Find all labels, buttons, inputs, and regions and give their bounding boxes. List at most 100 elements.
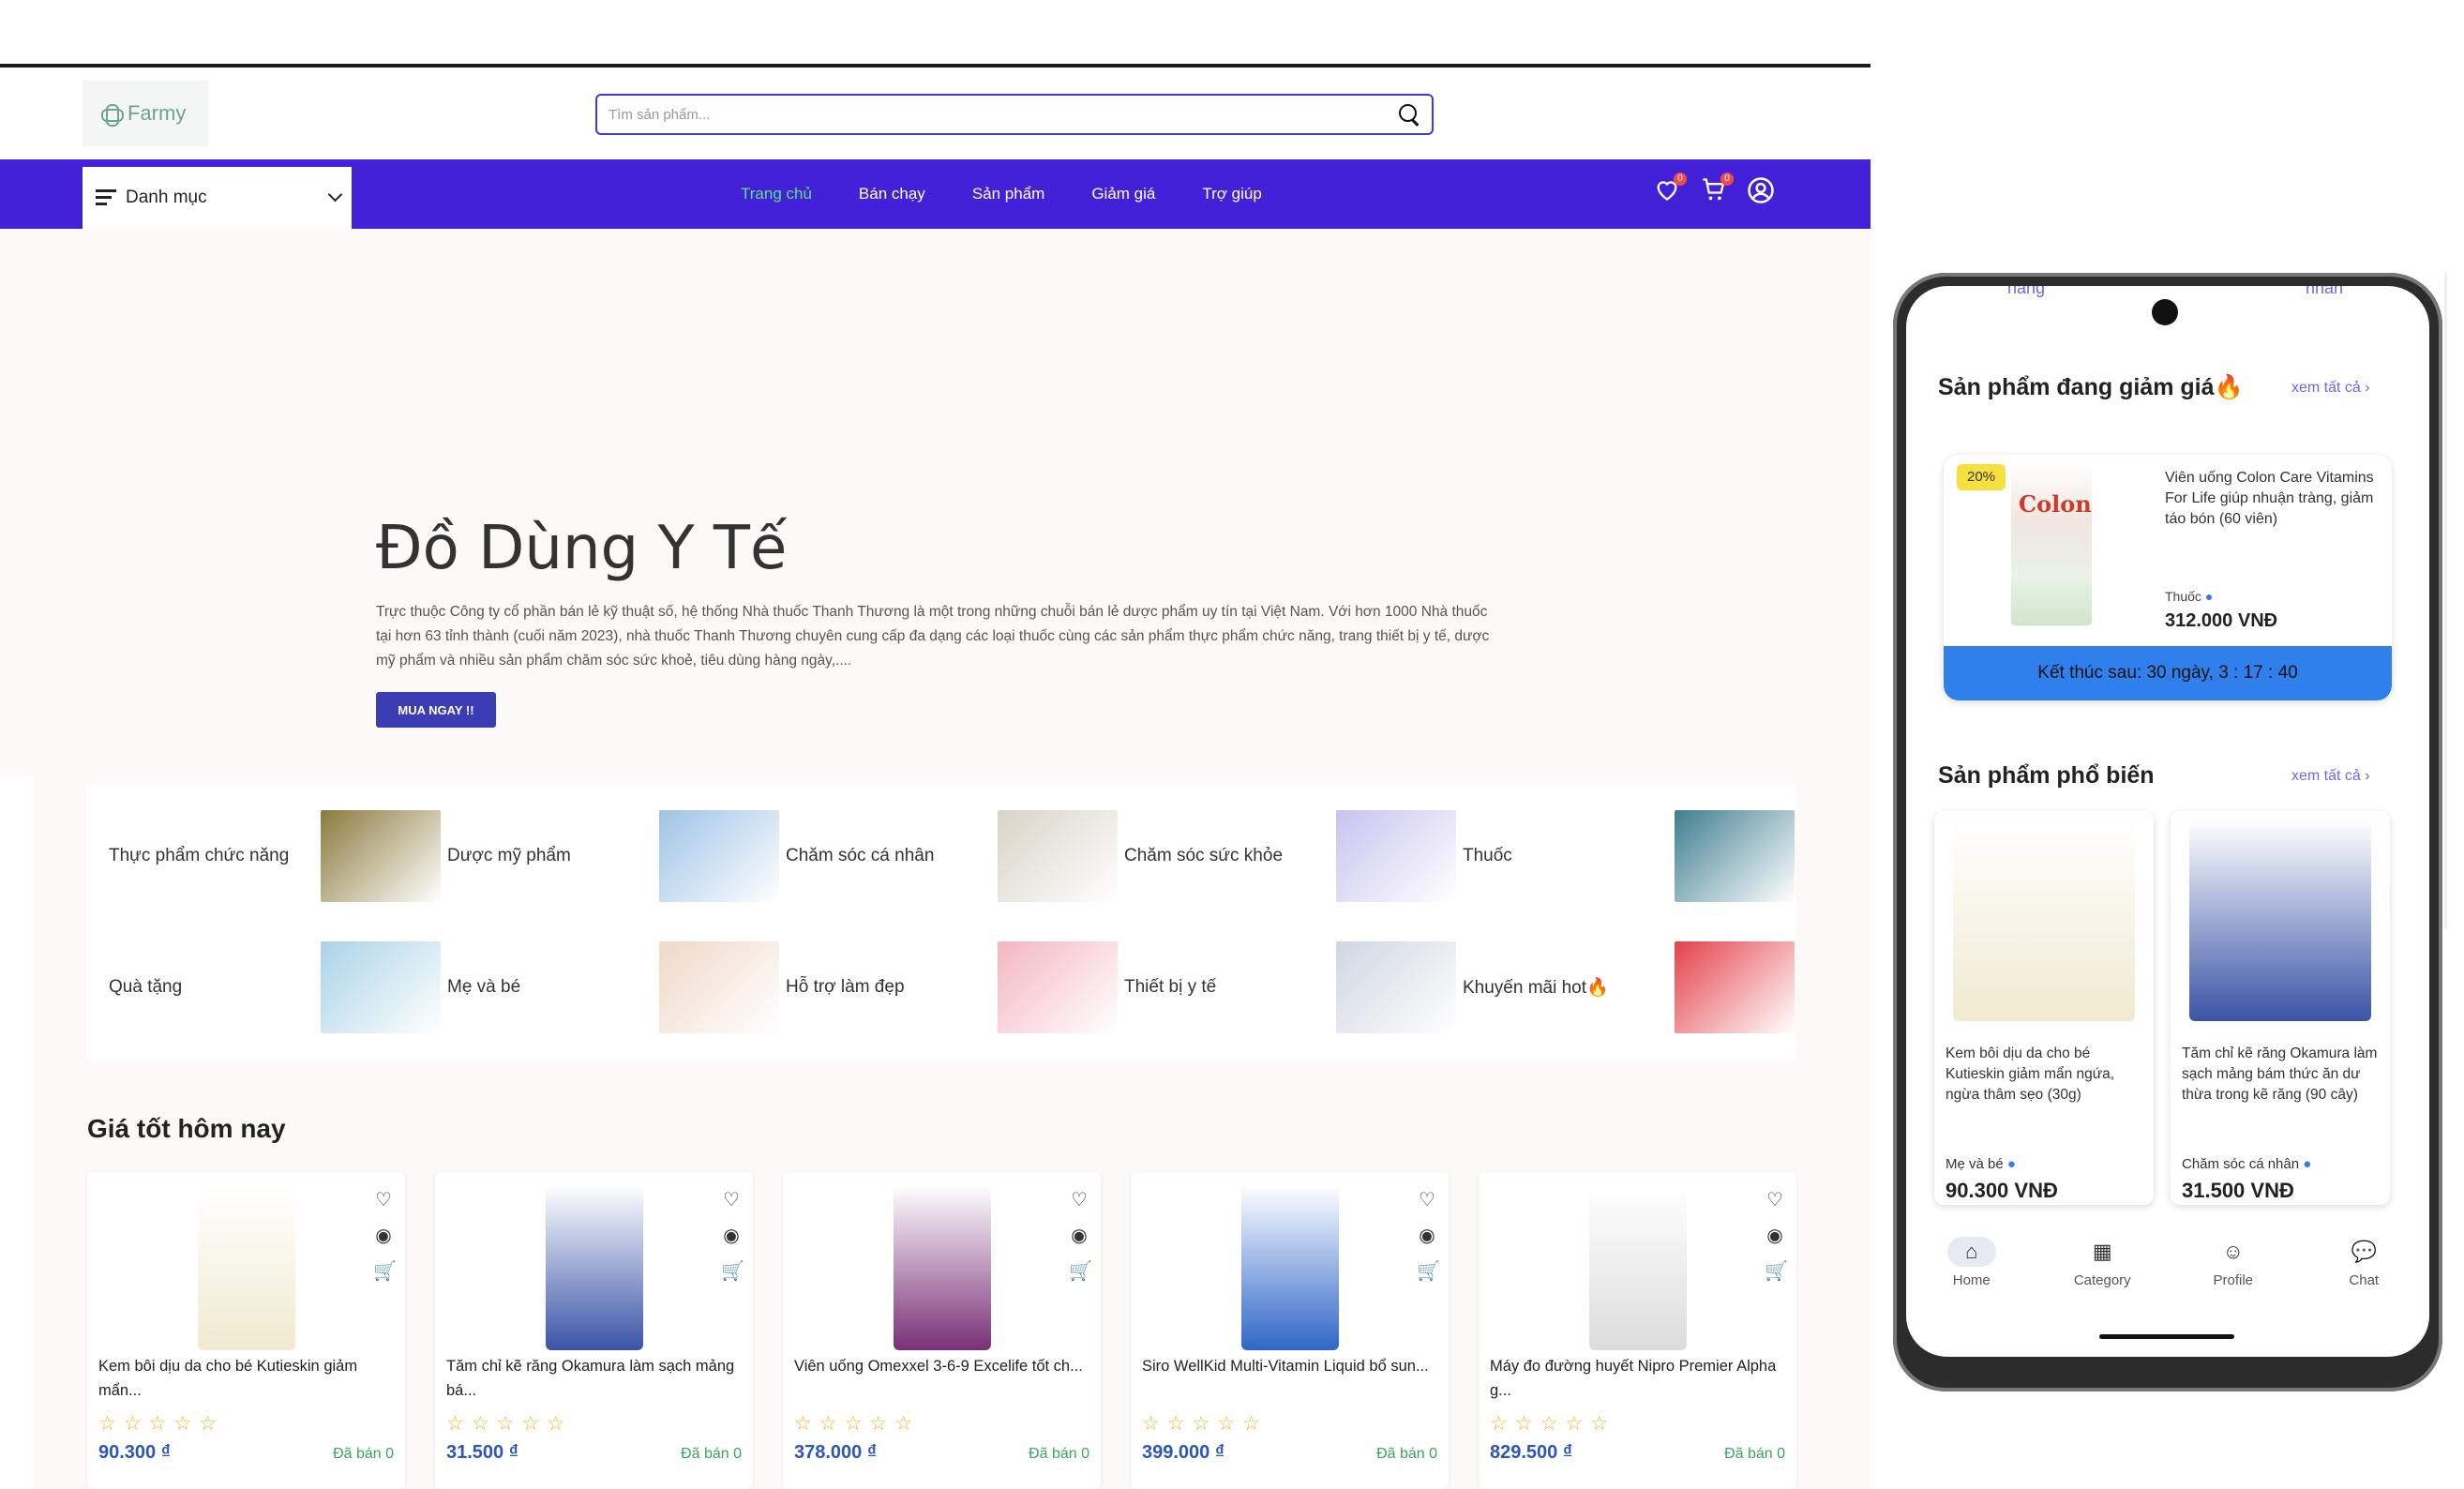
hero-description: Trực thuộc Công ty cổ phần bán lẻ kỹ thu… <box>376 604 1490 669</box>
search-icon[interactable] <box>1398 103 1420 126</box>
product-card[interactable]: ♡ ◉ 🛒 Máy đo đường huyết Nipro Premier Alph… <box>1479 1172 1796 1489</box>
nav-best-sellers[interactable]: Bán chạy <box>859 185 925 203</box>
category-item[interactable]: Thực phẩm chức năng <box>109 795 446 917</box>
bottom-nav-home[interactable]: ⌂ Home <box>1916 1237 2028 1288</box>
verified-icon: ● <box>2204 589 2214 604</box>
peek-label-2: nhấn <box>2306 286 2344 297</box>
category-dropdown-label: Danh mục <box>126 188 207 207</box>
heart-icon[interactable]: ♡ <box>721 1189 742 1211</box>
category-item[interactable]: Dược mỹ phẩm <box>447 795 785 917</box>
product-name[interactable]: Kem bôi dịu da cho bé Kutieskin giảm mẩn… <box>98 1354 389 1403</box>
front-camera <box>2152 299 2178 325</box>
account-icon[interactable] <box>1747 176 1775 204</box>
heart-icon[interactable]: ♡ <box>373 1189 394 1211</box>
heart-icon[interactable]: ♡ <box>1765 1189 1785 1211</box>
product-image <box>198 1185 295 1350</box>
eye-icon[interactable]: ◉ <box>721 1225 742 1247</box>
product-price: 399.000 ₫ <box>1142 1442 1225 1463</box>
category-item[interactable]: Mẹ và bé <box>447 926 785 1048</box>
category-label: Quà tặng <box>109 977 183 997</box>
product-name[interactable]: Viên uống Omexxel 3-6-9 Excelife tốt ch.… <box>794 1354 1085 1378</box>
logo-icon <box>99 102 124 127</box>
popular-product-card[interactable]: Tăm chỉ kẽ răng Okamura làm sạch mảng bá… <box>2171 811 2390 1205</box>
category-item[interactable]: Thuốc <box>1463 795 1800 917</box>
category-image <box>321 810 441 902</box>
main-navbar: Danh mục Trang chủ Bán chạy Sản phẩm Giả… <box>0 159 1871 229</box>
grid-icon: ▦ <box>2092 1240 2112 1263</box>
category-item[interactable]: Thiết bị y tế <box>1124 926 1462 1048</box>
phone-edge <box>2444 273 2447 929</box>
cart-icon[interactable]: 🛒 <box>721 1260 744 1283</box>
cart-icon[interactable]: 🛒 <box>1069 1260 1092 1283</box>
deals-section-title: Giá tốt hôm nay <box>87 1114 286 1143</box>
nav-home[interactable]: Trang chủ <box>741 185 812 203</box>
wishlist-icon[interactable]: 0 <box>1653 173 1687 204</box>
product-image <box>546 1185 643 1350</box>
search-bar <box>595 94 1434 135</box>
product-card[interactable]: ♡ ◉ 🛒 Kem bôi dịu da cho bé Kutieskin giảm … <box>87 1172 405 1489</box>
eye-icon[interactable]: ◉ <box>1069 1225 1089 1247</box>
category-label: Chăm sóc cá nhân <box>786 846 935 865</box>
nav-discounts[interactable]: Giảm giá <box>1091 185 1155 203</box>
category-image <box>998 941 1118 1033</box>
logo[interactable]: Farmy <box>83 81 208 146</box>
header-icons: 0 0 <box>1653 173 1775 204</box>
home-icon: ⌂ <box>1946 1237 1996 1267</box>
product-actions: ♡ ◉ 🛒 <box>1417 1189 1440 1283</box>
hero-title: Đồ Dùng Y Tế <box>376 514 788 583</box>
product-price: 31.500 ₫ <box>446 1442 518 1463</box>
nav-links: Trang chủ Bán chạy Sản phẩm Giảm giá Trợ… <box>741 159 1262 229</box>
cart-icon[interactable]: 0 <box>1700 173 1734 204</box>
bottom-nav-label: Category <box>2073 1272 2131 1288</box>
product-name[interactable]: Tăm chỉ kẽ răng Okamura làm sạch mảng bá… <box>446 1354 737 1403</box>
phone-mockup: hàng nhấn Sản phẩm đang giảm giá🔥 xem tấ… <box>1893 273 2442 1391</box>
cart-icon[interactable]: 🛒 <box>373 1260 397 1283</box>
bottom-nav-category[interactable]: ▦ Category <box>2046 1237 2158 1288</box>
popular-product-image <box>2189 820 2371 1021</box>
heart-icon[interactable]: ♡ <box>1069 1189 1089 1211</box>
bottom-nav-profile[interactable]: ☺ Profile <box>2177 1237 2290 1288</box>
product-name[interactable]: Siro WellKid Multi-Vitamin Liquid bổ sun… <box>1142 1354 1433 1378</box>
buy-now-button[interactable]: MUA NGAY !! <box>376 692 496 728</box>
sale-see-all-link[interactable]: xem tất cả › <box>2291 380 2370 397</box>
eye-icon[interactable]: ◉ <box>373 1225 394 1247</box>
popular-product-list: Kem bôi dịu da cho bé Kutieskin giảm mẩn… <box>1934 811 2390 1205</box>
heart-icon[interactable]: ♡ <box>1417 1189 1437 1211</box>
product-card[interactable]: ♡ ◉ 🛒 Siro WellKid Multi-Vitamin Liquid bổ … <box>1131 1172 1449 1489</box>
sold-count: Đã bán 0 <box>333 1446 394 1462</box>
product-name[interactable]: Máy đo đường huyết Nipro Premier Alpha g… <box>1490 1354 1780 1403</box>
popular-product-name: Kem bôi dịu da cho bé Kutieskin giảm mẩn… <box>1946 1045 2115 1103</box>
phone-screen: hàng nhấn Sản phẩm đang giảm giá🔥 xem tấ… <box>1906 286 2429 1357</box>
category-item[interactable]: Chăm sóc cá nhân <box>786 795 1123 917</box>
product-actions: ♡ ◉ 🛒 <box>1069 1189 1092 1283</box>
popular-product-category: Mẹ và bé ● <box>1946 1156 2016 1172</box>
screenshot-background <box>0 776 33 1489</box>
category-item[interactable]: Hỗ trợ làm đẹp <box>786 926 1123 1048</box>
bottom-nav-label: Home <box>1952 1272 1991 1288</box>
cart-icon[interactable]: 🛒 <box>1765 1260 1788 1283</box>
product-card[interactable]: ♡ ◉ 🛒 Tăm chỉ kẽ răng Okamura làm sạch mảng… <box>435 1172 753 1489</box>
search-input[interactable] <box>608 106 1398 123</box>
eye-icon[interactable]: ◉ <box>1765 1225 1785 1247</box>
chat-icon: 💬 <box>2351 1240 2377 1263</box>
bottom-navigation: ⌂ Home ▦ Category ☺ Profile 💬 Chat <box>1906 1233 2429 1302</box>
nav-help[interactable]: Trợ giúp <box>1202 185 1261 203</box>
scrolled-top-labels: hàng nhấn <box>1906 286 2429 299</box>
site-header: Farmy <box>0 68 1871 159</box>
bottom-nav-chat[interactable]: 💬 Chat <box>2307 1237 2420 1288</box>
category-item[interactable]: Khuyến mãi hot🔥 <box>1463 926 1800 1048</box>
category-item[interactable]: Quà tặng <box>109 926 446 1048</box>
popular-see-all-link[interactable]: xem tất cả › <box>2291 768 2370 785</box>
sale-product-card[interactable]: Colon 20% Viên uống Colon Care Vitamins … <box>1944 455 2392 700</box>
category-item[interactable]: Chăm sóc sức khỏe <box>1124 795 1462 917</box>
nav-products[interactable]: Sản phẩm <box>972 185 1045 203</box>
popular-section-title: Sản phẩm phổ biến <box>1938 762 2155 789</box>
eye-icon[interactable]: ◉ <box>1417 1225 1437 1247</box>
product-card[interactable]: ♡ ◉ 🛒 Viên uống Omexxel 3-6-9 Excelife tốt … <box>783 1172 1101 1489</box>
cart-icon[interactable]: 🛒 <box>1417 1260 1440 1283</box>
category-dropdown[interactable]: Danh mục <box>83 167 352 229</box>
peek-label-1: hàng <box>2007 286 2046 297</box>
deals-product-list: ♡ ◉ 🛒 Kem bôi dịu da cho bé Kutieskin giảm … <box>87 1172 1796 1489</box>
hero-banner: Đồ Dùng Y Tế Trực thuộc Công ty cổ phần … <box>0 229 1871 786</box>
popular-product-card[interactable]: Kem bôi dịu da cho bé Kutieskin giảm mẩn… <box>1934 811 2154 1205</box>
